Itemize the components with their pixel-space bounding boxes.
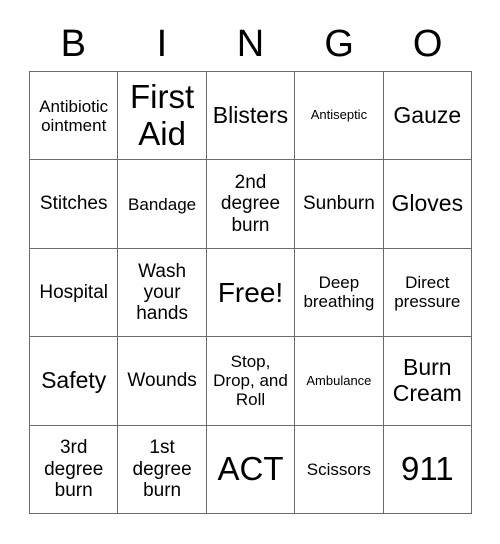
bingo-cell-label: Hospital [39,281,109,303]
bingo-cell[interactable]: Stop, Drop, and Roll [206,337,296,426]
bingo-cell[interactable]: ACT [206,425,296,514]
bingo-cell[interactable]: Wounds [118,337,207,426]
bingo-header-letter-i: I [156,23,168,65]
bingo-cell[interactable]: 1st degree burn [118,425,207,514]
bingo-header-letter-o: O [412,23,443,65]
bingo-cell[interactable]: Safety [30,337,119,426]
bingo-cell-label: Stop, Drop, and Roll [213,352,288,410]
bingo-cell[interactable]: First Aid [118,72,207,161]
bingo-cell[interactable]: Direct pressure [383,248,472,338]
bingo-cell-free[interactable]: Free! [206,248,296,338]
bingo-cell[interactable]: Stitches [30,160,119,249]
bingo-cell-label: Wash your hands [136,260,188,325]
bingo-cell[interactable]: Blisters [206,72,296,161]
bingo-cell-label: 911 [400,449,454,487]
bingo-header-letter-g: G [324,23,354,65]
bingo-cell-label: Gloves [391,190,464,217]
bingo-cell-label: 1st degree burn [132,437,192,501]
bingo-header: B I N G O [29,18,472,70]
bingo-cell-label: Stitches [39,193,108,215]
bingo-cell[interactable]: 3rd degree burn [30,425,119,514]
bingo-cell-label: ACT [217,449,284,487]
bingo-cell[interactable]: Hospital [30,248,119,338]
bingo-cell[interactable]: Ambulance [295,337,384,426]
bingo-cell[interactable]: Sunburn [295,160,384,249]
bingo-cell[interactable]: 2nd degree burn [206,160,296,249]
bingo-cell-label: Deep breathing [303,273,375,312]
bingo-cell[interactable]: Gloves [383,160,472,249]
bingo-cell-label: Sunburn [302,193,375,215]
bingo-cell-label: Scissors [306,459,371,479]
bingo-cell[interactable]: Scissors [295,425,384,514]
bingo-grid: Antibiotic ointment First Aid Blisters A… [29,71,472,514]
bingo-card: B I N G O Antibiotic ointment First Aid … [0,0,500,544]
bingo-header-letter-n: N [236,23,265,65]
bingo-cell-label: Ambulance [306,372,372,388]
bingo-cell-label: Wounds [127,370,197,392]
bingo-cell[interactable]: Bandage [118,160,207,249]
bingo-cell-label: 2nd degree burn [220,172,281,236]
bingo-cell-label: Bandage [128,194,197,214]
bingo-header-letter-b: B [60,23,86,65]
bingo-cell[interactable]: Antiseptic [295,72,384,161]
bingo-cell-label: Antibiotic ointment [39,96,109,135]
bingo-cell[interactable]: Wash your hands [118,248,207,338]
bingo-cell-label: Gauze [393,101,462,128]
bingo-cell-label: Safety [41,367,107,394]
bingo-cell-label: Direct pressure [394,273,461,312]
bingo-cell-label: First Aid [130,77,195,152]
bingo-cell-label: Blisters [212,101,289,128]
bingo-cell-label: Burn Cream [392,354,462,406]
bingo-cell[interactable]: Deep breathing [295,248,384,338]
bingo-cell[interactable]: Burn Cream [383,337,472,426]
bingo-cell[interactable]: Antibiotic ointment [30,72,119,161]
bingo-cell-label: Free! [217,276,284,308]
bingo-cell-label: Antiseptic [310,107,368,123]
bingo-cell[interactable]: 911 [383,425,472,514]
bingo-cell[interactable]: Gauze [383,72,472,161]
bingo-cell-label: 3rd degree burn [44,437,104,501]
